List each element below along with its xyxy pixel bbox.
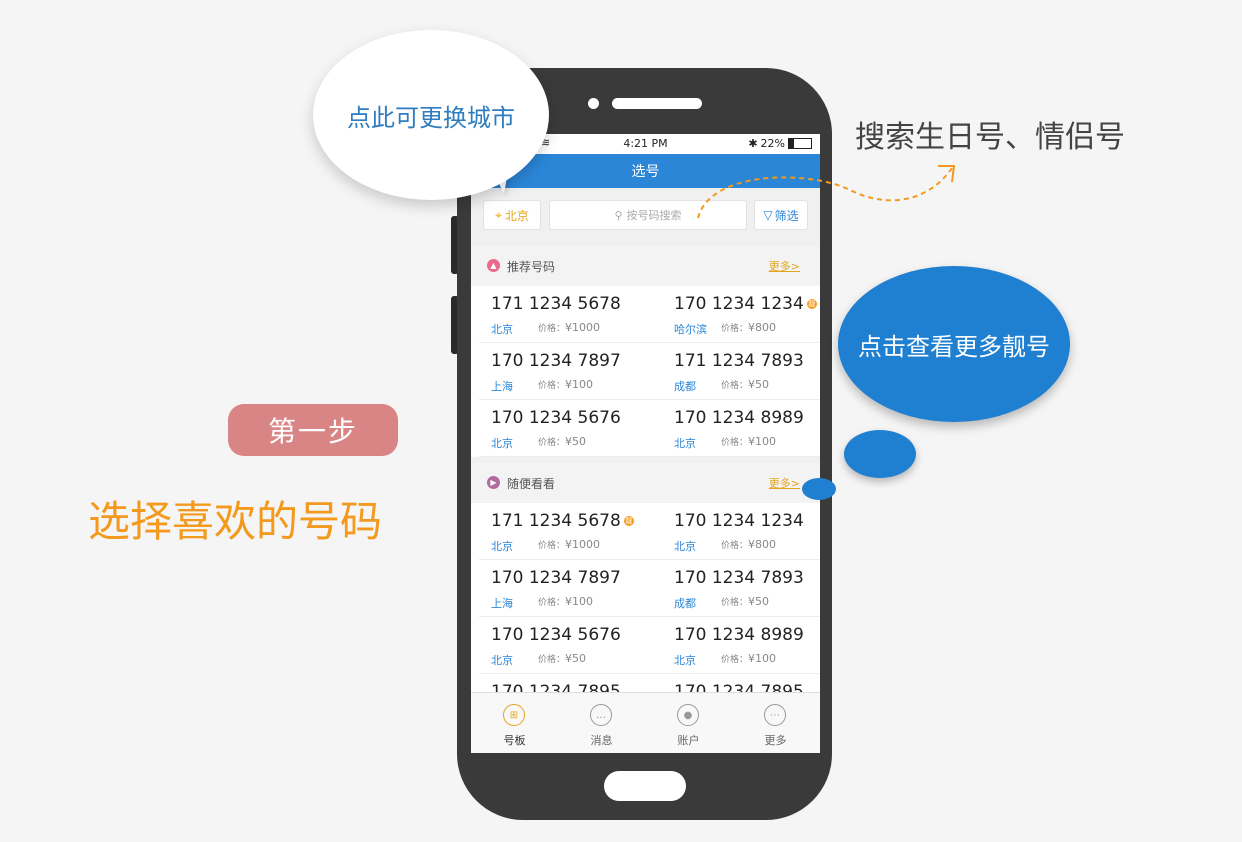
phone-number-item[interactable]: 170 1234 5676 北京 价格：¥50 xyxy=(491,617,661,673)
phone-home-button[interactable] xyxy=(604,771,686,801)
phone-number: 171 1234 5678 靓 xyxy=(491,511,634,531)
number-price: 价格：¥800 xyxy=(721,321,777,334)
phone-number: 170 1234 7897 xyxy=(491,568,621,588)
number-city: 哈尔滨 xyxy=(674,323,707,336)
more-icon: ⋯ xyxy=(764,704,786,726)
number-city: 北京 xyxy=(674,540,696,553)
more-link-browse[interactable]: 更多> xyxy=(769,475,800,491)
step-label: 第一步 xyxy=(228,404,398,456)
tab-grid[interactable]: ⊞ 号板 xyxy=(471,693,558,753)
number-city: 上海 xyxy=(491,380,513,393)
phone-speaker xyxy=(612,98,702,109)
number-city: 北京 xyxy=(491,323,513,336)
step-description: 选择喜欢的号码 xyxy=(88,497,383,546)
section-title: 推荐号码 xyxy=(507,260,556,274)
hot-badge-icon: 靓 xyxy=(806,299,817,309)
number-city: 北京 xyxy=(674,437,696,450)
location-pin-icon: ⌖ xyxy=(495,207,502,222)
table-row: 171 1234 5678 北京 价格：¥1000 170 1234 1234 靓哈尔滨… xyxy=(479,286,820,343)
section-header-browse: ▶ 随便看看 更多> xyxy=(471,463,820,503)
more-callout-text: 点击查看更多靓号 xyxy=(858,332,1050,361)
number-city: 北京 xyxy=(491,654,513,667)
callout-dot xyxy=(844,430,916,478)
table-row: 170 1234 7897 上海 价格：¥100 170 1234 7893 成都 价格：… xyxy=(479,560,820,617)
phone-number-item[interactable]: 170 1234 1234 北京 价格：¥800 xyxy=(674,503,820,559)
section-title: 随便看看 xyxy=(507,477,556,491)
tab-label: 消息 xyxy=(590,734,613,747)
city-callout-text: 点此可更换城市 xyxy=(347,103,515,132)
battery-icon xyxy=(788,138,812,149)
battery-percent: 22% xyxy=(760,137,785,150)
bluetooth-icon: ✱ xyxy=(748,137,758,150)
phone-number: 170 1234 1234 靓 xyxy=(674,294,817,314)
city-callout-bubble: 点此可更换城市 xyxy=(313,30,549,200)
number-city: 上海 xyxy=(491,597,513,610)
tab-more[interactable]: ⋯ 更多 xyxy=(732,693,819,753)
phone-number-item[interactable]: 170 1234 5676 北京 价格：¥50 xyxy=(491,400,661,456)
city-selector[interactable]: ⌖ 北京 xyxy=(483,200,541,230)
hot-badge-icon: 靓 xyxy=(623,516,634,526)
tab-label: 账户 xyxy=(677,734,700,747)
number-price: 价格：¥800 xyxy=(721,538,777,551)
table-row: 170 1234 5676 北京 价格：¥50 170 1234 8989 北京 价格：¥… xyxy=(479,400,820,457)
callout-dot xyxy=(802,478,836,500)
grid-icon: ⊞ xyxy=(503,704,525,726)
phone-number: 171 1234 7893 xyxy=(674,351,804,371)
search-placeholder: 按号码搜索 xyxy=(626,209,682,222)
table-row: 171 1234 5678 靓北京 价格：¥1000 170 1234 1234 北京 价… xyxy=(479,503,820,560)
number-city: 北京 xyxy=(674,654,696,667)
phone-number: 170 1234 7897 xyxy=(491,351,621,371)
table-row: 170 1234 7897 上海 价格：¥100 171 1234 7893 成都 价格：… xyxy=(479,343,820,400)
phone-number-item[interactable]: 170 1234 7893 成都 价格：¥50 xyxy=(674,560,820,616)
number-price: 价格：¥100 xyxy=(538,595,594,608)
number-price: 价格：¥1000 xyxy=(538,538,601,551)
more-callout-bubble: 点击查看更多靓号 xyxy=(838,266,1070,422)
number-city: 成都 xyxy=(674,380,696,393)
phone-number: 170 1234 5676 xyxy=(491,625,621,645)
tab-bar: ⊞ 号板 … 消息 ● 账户 ⋯ 更多 xyxy=(471,692,820,753)
play-icon: ▶ xyxy=(487,476,500,489)
phone-number: 171 1234 5678 xyxy=(491,294,621,314)
phone-number: 170 1234 8989 xyxy=(674,625,804,645)
number-list-recommended: 171 1234 5678 北京 价格：¥1000 170 1234 1234 靓哈尔滨… xyxy=(471,286,820,457)
number-price: 价格：¥50 xyxy=(721,378,770,391)
number-city: 成都 xyxy=(674,597,696,610)
phone-number-item[interactable]: 170 1234 7897 上海 价格：¥100 xyxy=(491,343,661,399)
number-price: 价格：¥50 xyxy=(538,435,587,448)
table-row: 170 1234 5676 北京 价格：¥50 170 1234 8989 北京 价格：¥… xyxy=(479,617,820,674)
number-price: 价格：¥50 xyxy=(538,652,587,665)
section-header-recommended: ▲ 推荐号码 更多> xyxy=(471,246,820,286)
number-price: 价格：¥100 xyxy=(721,435,777,448)
number-price: 价格：¥50 xyxy=(721,595,770,608)
phone-number-item[interactable]: 171 1234 5678 靓北京 价格：¥1000 xyxy=(491,503,661,559)
phone-camera xyxy=(588,98,599,109)
phone-number-item[interactable]: 170 1234 8989 北京 价格：¥100 xyxy=(674,617,820,673)
phone-number-item[interactable]: 171 1234 7893 成都 价格：¥50 xyxy=(674,343,820,399)
search-hint-text: 搜索生日号、情侣号 xyxy=(855,120,1125,155)
city-selector-label: 北京 xyxy=(504,208,529,223)
phone-number: 170 1234 5676 xyxy=(491,408,621,428)
tab-message[interactable]: … 消息 xyxy=(558,693,645,753)
user-icon: ● xyxy=(677,704,699,726)
more-link-recommended[interactable]: 更多> xyxy=(769,258,800,274)
search-icon: ⚲ xyxy=(614,208,623,222)
tab-label: 更多 xyxy=(764,734,787,747)
phone-number: 170 1234 8989 xyxy=(674,408,804,428)
phone-number: 170 1234 7893 xyxy=(674,568,804,588)
thumbs-up-icon: ▲ xyxy=(487,259,500,272)
phone-number-item[interactable]: 170 1234 7897 上海 价格：¥100 xyxy=(491,560,661,616)
phone-number-item[interactable]: 170 1234 8989 北京 价格：¥100 xyxy=(674,400,820,456)
dashed-arrow xyxy=(697,165,956,219)
message-icon: … xyxy=(590,704,612,726)
phone-number-item[interactable]: 170 1234 1234 靓哈尔滨 价格：¥800 xyxy=(674,286,820,342)
number-price: 价格：¥100 xyxy=(538,378,594,391)
number-price: 价格：¥100 xyxy=(721,652,777,665)
phone-number-item[interactable]: 171 1234 5678 北京 价格：¥1000 xyxy=(491,286,661,342)
phone-number: 170 1234 1234 xyxy=(674,511,804,531)
number-city: 北京 xyxy=(491,540,513,553)
tab-label: 号板 xyxy=(503,734,526,747)
number-price: 价格：¥1000 xyxy=(538,321,601,334)
number-city: 北京 xyxy=(491,437,513,450)
tab-user[interactable]: ● 账户 xyxy=(645,693,732,753)
